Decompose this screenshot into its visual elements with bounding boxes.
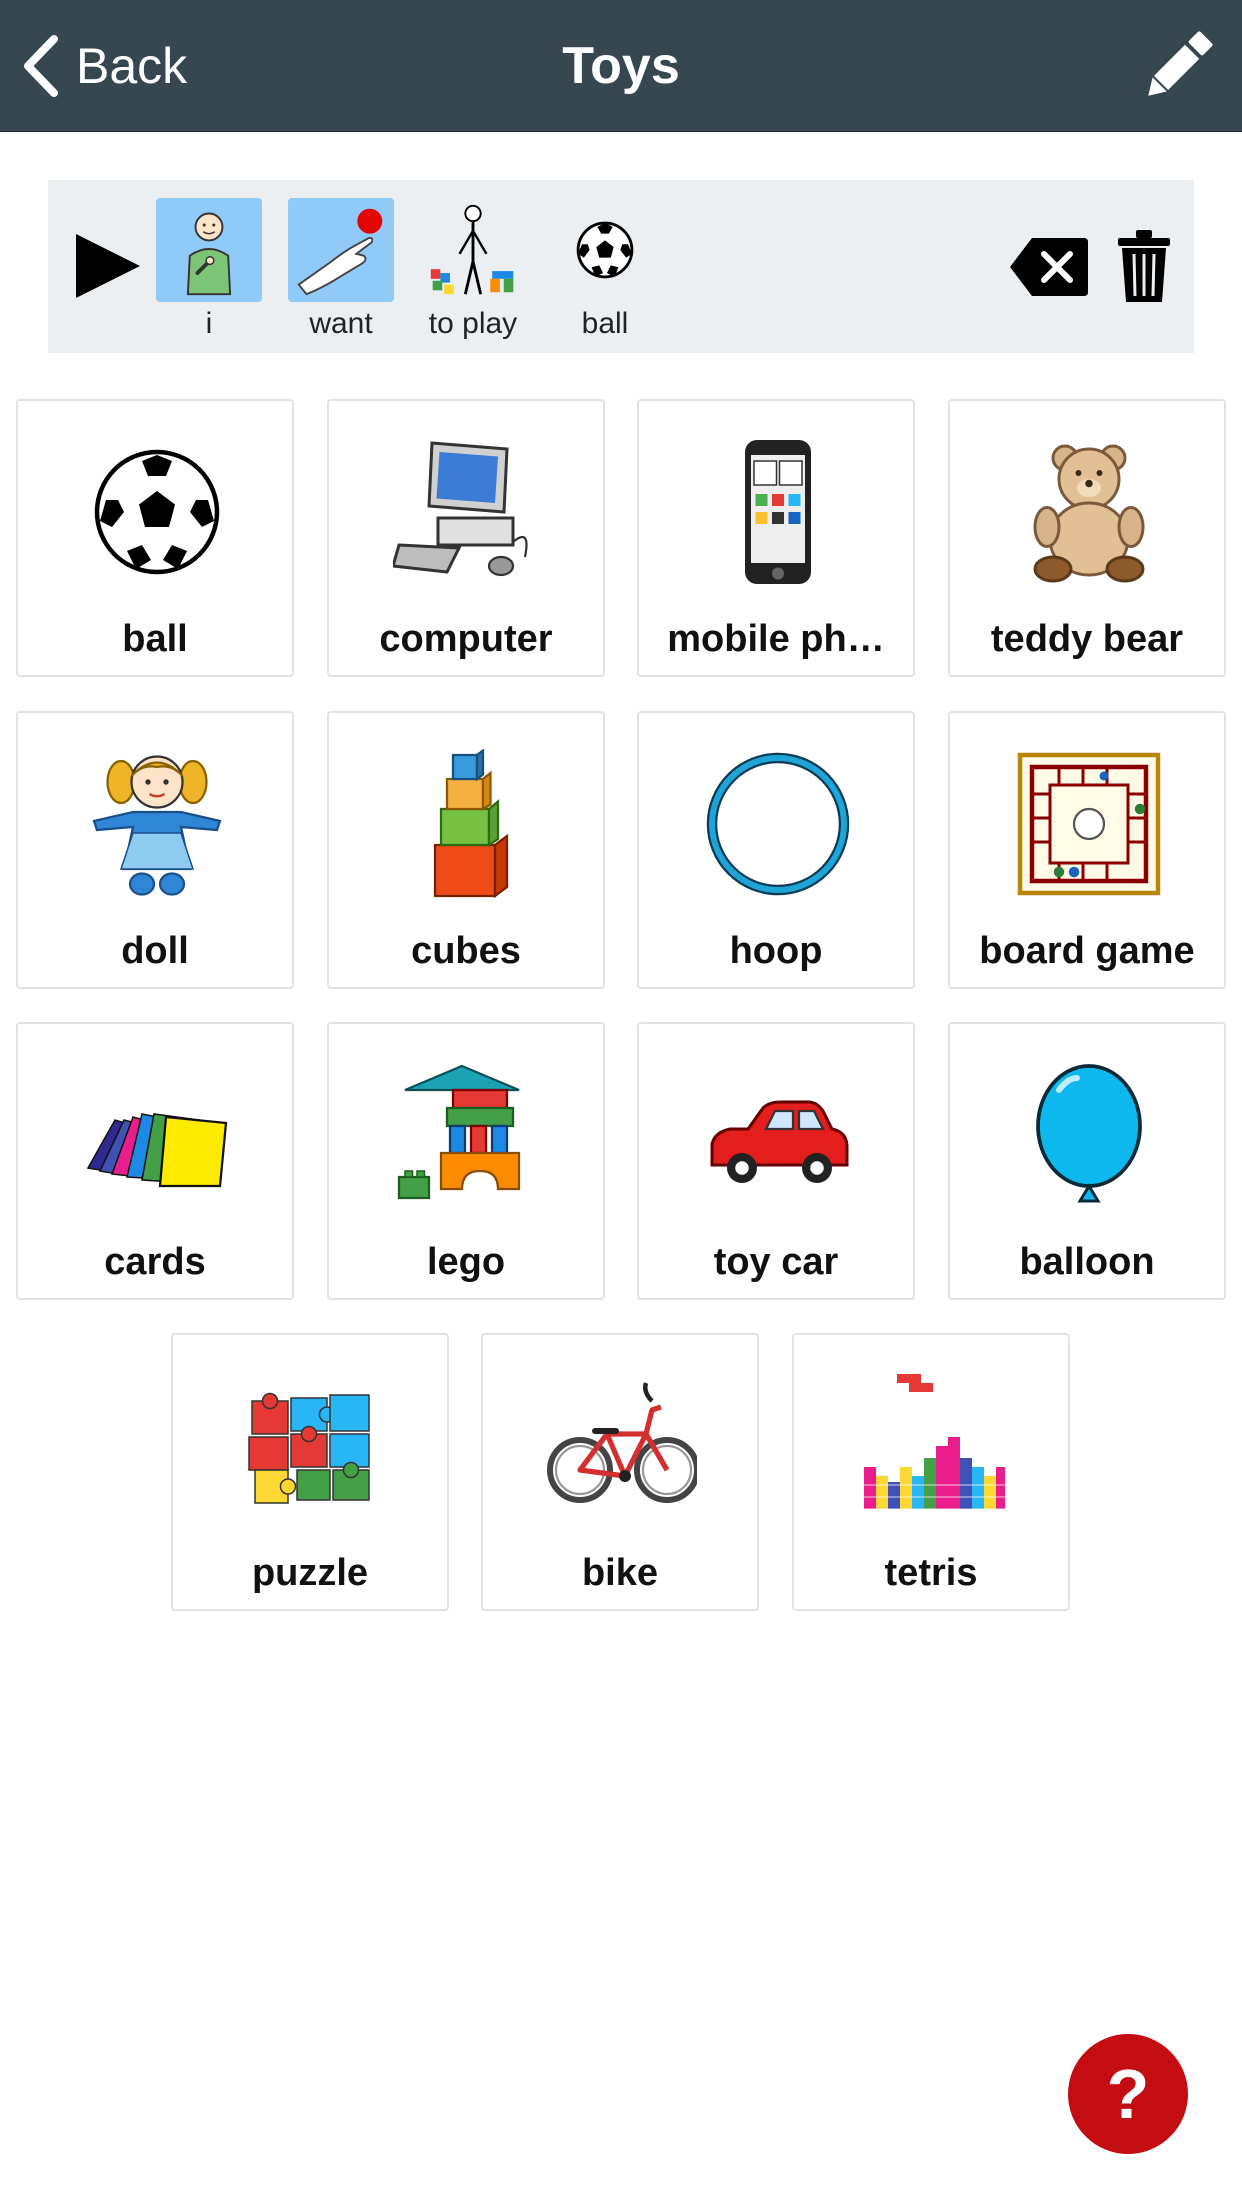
tile-label: puzzle (251, 1552, 369, 1594)
chevron-left-icon (24, 35, 58, 97)
back-button[interactable]: Back (20, 30, 187, 102)
tile-computer[interactable]: computer (327, 399, 605, 677)
sentence-word-ball[interactable]: ball (552, 198, 658, 348)
pencil-icon (1148, 31, 1213, 96)
back-label: Back (76, 38, 188, 94)
word-label: to play (428, 307, 518, 340)
tile-doll[interactable]: doll (16, 711, 294, 989)
tile-bike[interactable]: bike (481, 1333, 759, 1611)
tile-label: computer (379, 618, 553, 660)
tile-label: balloon (1019, 1241, 1155, 1283)
tile-label: bike (581, 1552, 659, 1594)
word-picture (552, 198, 658, 302)
trash-icon (1118, 230, 1170, 302)
tile-teddy-bear[interactable]: teddy bear (948, 399, 1226, 677)
sentence-word-want[interactable]: want (288, 198, 394, 348)
help-button[interactable]: ? (1068, 2034, 1188, 2154)
person-playing-blocks-icon (430, 204, 514, 295)
tile-lego[interactable]: lego (327, 1022, 605, 1300)
play-icon (76, 234, 140, 298)
puzzle-icon (248, 1392, 370, 1504)
word-label: ball (581, 307, 629, 340)
hand-reaching-icon (297, 208, 383, 296)
tile-cards[interactable]: cards (16, 1022, 294, 1300)
backspace-button[interactable] (1008, 236, 1090, 298)
tile-label: cubes (411, 930, 521, 972)
balloon-icon (1036, 1064, 1142, 1203)
tile-label: hoop (729, 930, 823, 972)
lego-blocks-icon (397, 1064, 521, 1200)
word-label: want (309, 307, 373, 340)
tile-label: ball (122, 618, 188, 660)
tile-puzzle[interactable]: puzzle (171, 1333, 449, 1611)
person-pointing-self-icon (186, 212, 232, 296)
bicycle-icon (547, 1382, 697, 1503)
hoop-icon (706, 752, 850, 896)
backspace-icon (1010, 238, 1088, 296)
toy-car-icon (710, 1100, 849, 1183)
tile-balloon[interactable]: balloon (948, 1022, 1226, 1300)
clear-sentence-button[interactable] (1114, 230, 1174, 304)
sentence-word-i[interactable]: i (156, 198, 262, 348)
tile-label: lego (426, 1241, 506, 1283)
word-picture (420, 198, 526, 302)
tile-cubes[interactable]: cubes (327, 711, 605, 989)
tile-tetris[interactable]: tetris (792, 1333, 1070, 1611)
tile-label: doll (121, 930, 189, 972)
tile-label: mobile ph… (667, 618, 885, 660)
tile-label: toy car (713, 1241, 839, 1283)
desktop-computer-icon (393, 441, 528, 577)
stacked-cubes-icon (433, 749, 509, 899)
top-bar: Back Toys (0, 0, 1242, 132)
soccer-ball-icon (94, 449, 220, 575)
edit-button[interactable] (1136, 24, 1220, 108)
teddy-bear-icon (1033, 444, 1145, 583)
speak-sentence-button[interactable] (70, 228, 146, 304)
tile-board-game[interactable]: board game (948, 711, 1226, 989)
tile-label: cards (104, 1241, 206, 1283)
sentence-word-to-play[interactable]: to play (420, 198, 526, 348)
playing-cards-icon (86, 1113, 228, 1188)
tile-ball[interactable]: ball (16, 399, 294, 677)
tetris-icon (864, 1374, 1005, 1510)
doll-icon (92, 755, 222, 896)
tile-label: teddy bear (990, 618, 1184, 660)
tile-label: tetris (884, 1552, 978, 1594)
tile-hoop[interactable]: hoop (637, 711, 915, 989)
soccer-ball-icon (576, 221, 634, 279)
mobile-phone-icon (745, 440, 811, 584)
sentence-bar: i want to play ball (48, 180, 1194, 353)
tile-toy-car[interactable]: toy car (637, 1022, 915, 1300)
board-game-icon (1017, 752, 1161, 896)
word-picture (156, 198, 262, 302)
tile-mobile-phone[interactable]: mobile ph… (637, 399, 915, 677)
word-label: i (205, 307, 213, 340)
word-picture (288, 198, 394, 302)
tile-label: board game (979, 930, 1195, 972)
